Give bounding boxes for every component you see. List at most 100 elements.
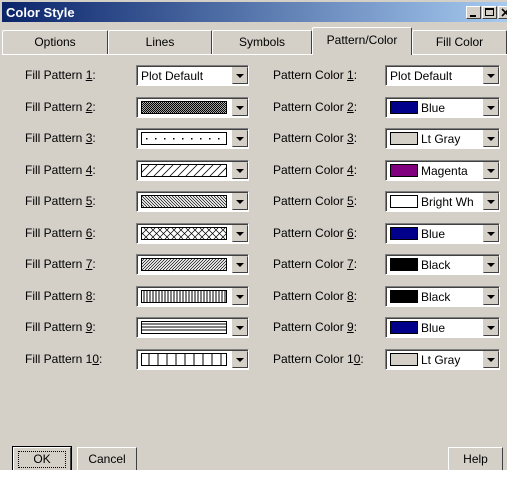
pattern-color-label: Pattern Color 6: bbox=[273, 226, 358, 240]
fill-pattern-dropdown-button[interactable] bbox=[232, 225, 248, 242]
tab-fill-color[interactable]: Fill Color bbox=[412, 30, 507, 54]
fill-pattern-select[interactable] bbox=[129, 160, 249, 181]
pattern-color-value: Magenta bbox=[421, 164, 468, 178]
pattern-color-select[interactable]: Magenta bbox=[385, 160, 500, 181]
pattern-color-select[interactable]: Black bbox=[385, 286, 500, 307]
tab-symbols[interactable]: Symbols bbox=[212, 30, 312, 54]
fill-pattern-dropdown-button[interactable] bbox=[232, 99, 248, 116]
chevron-down-icon bbox=[487, 263, 495, 267]
ok-button[interactable]: OK bbox=[12, 446, 72, 470]
pattern-color-select[interactable]: Plot Default bbox=[385, 65, 500, 86]
pattern-color-select[interactable]: Blue bbox=[385, 97, 500, 118]
fill-pattern-dropdown-button[interactable] bbox=[232, 256, 248, 273]
chevron-down-icon bbox=[236, 295, 244, 299]
maximize-button[interactable] bbox=[482, 6, 497, 19]
tab-lines[interactable]: Lines bbox=[108, 30, 212, 54]
pattern-color-select[interactable]: Blue bbox=[385, 317, 500, 338]
pattern-color-dropdown-button[interactable] bbox=[483, 225, 499, 242]
fill-pattern-label: Fill Pattern 7: bbox=[25, 257, 96, 271]
pattern-color-dropdown-button[interactable] bbox=[483, 162, 499, 179]
pattern-color-dropdown-button[interactable] bbox=[483, 319, 499, 336]
pattern-color-dropdown-button[interactable] bbox=[483, 67, 499, 84]
chevron-down-icon bbox=[487, 295, 495, 299]
tab-pattern-color[interactable]: Pattern/Color bbox=[312, 27, 412, 55]
color-swatch bbox=[390, 101, 418, 114]
maximize-icon bbox=[485, 8, 494, 16]
fill-pattern-dropdown-button[interactable] bbox=[232, 351, 248, 368]
pattern-color-value: Blue bbox=[421, 101, 446, 115]
pattern-color-dropdown-button[interactable] bbox=[483, 130, 499, 147]
chevron-down-icon bbox=[236, 200, 244, 204]
color-swatch bbox=[390, 227, 418, 240]
pattern-color-label: Pattern Color 8: bbox=[273, 289, 358, 303]
fill-pattern-select[interactable] bbox=[129, 254, 249, 275]
pattern-color-label: Pattern Color 9: bbox=[273, 320, 358, 334]
chevron-down-icon bbox=[487, 106, 495, 110]
cancel-button[interactable]: Cancel bbox=[77, 447, 137, 470]
title-bar: Color Style bbox=[2, 2, 507, 22]
fill-pattern-select[interactable] bbox=[136, 128, 249, 149]
minimize-icon bbox=[470, 15, 476, 17]
pattern-color-select[interactable]: Bright Wh bbox=[385, 191, 500, 212]
chevron-down-icon bbox=[487, 74, 495, 78]
chevron-down-icon bbox=[236, 106, 244, 110]
chevron-down-icon bbox=[236, 232, 244, 236]
pattern-color-value: Bright Wh bbox=[421, 195, 474, 209]
fill-pattern-select[interactable] bbox=[136, 286, 249, 307]
color-swatch bbox=[390, 353, 418, 366]
fill-pattern-dropdown-button[interactable] bbox=[232, 193, 248, 210]
fill-pattern-swatch bbox=[129, 101, 242, 114]
fill-pattern-dropdown-button[interactable] bbox=[232, 162, 248, 179]
pattern-color-value: Blue bbox=[421, 227, 446, 241]
minimize-button[interactable] bbox=[466, 6, 481, 19]
chevron-down-icon bbox=[487, 137, 495, 141]
pattern-color-dropdown-button[interactable] bbox=[483, 351, 499, 368]
fill-pattern-dropdown-button[interactable] bbox=[232, 130, 248, 147]
close-icon bbox=[501, 8, 507, 17]
chevron-down-icon bbox=[236, 137, 244, 141]
pattern-color-label: Pattern Color 3: bbox=[273, 131, 358, 145]
pattern-color-label: Pattern Color 2: bbox=[273, 100, 358, 114]
fill-pattern-select[interactable] bbox=[136, 317, 249, 338]
fill-pattern-swatch bbox=[141, 132, 227, 145]
fill-pattern-select[interactable] bbox=[129, 97, 249, 118]
color-swatch bbox=[390, 258, 418, 271]
fill-pattern-swatch bbox=[141, 290, 227, 303]
fill-pattern-label: Fill Pattern 9: bbox=[25, 320, 96, 334]
pattern-color-dropdown-button[interactable] bbox=[483, 99, 499, 116]
tab-options[interactable]: Options bbox=[2, 30, 108, 54]
pattern-color-select[interactable]: Lt Gray bbox=[385, 349, 500, 370]
fill-pattern-label: Fill Pattern 2: bbox=[25, 100, 96, 114]
fill-pattern-swatch bbox=[129, 164, 238, 177]
help-button[interactable]: Help bbox=[448, 447, 503, 470]
fill-pattern-select[interactable] bbox=[136, 349, 249, 370]
chevron-down-icon bbox=[236, 358, 244, 362]
pattern-color-label: Pattern Color 10: bbox=[273, 352, 364, 366]
pattern-color-value: Lt Gray bbox=[421, 353, 461, 367]
fill-pattern-select[interactable] bbox=[129, 223, 249, 244]
chevron-down-icon bbox=[487, 232, 495, 236]
fill-pattern-label: Fill Pattern 10: bbox=[25, 352, 103, 366]
fill-pattern-dropdown-button[interactable] bbox=[232, 288, 248, 305]
pattern-color-select[interactable]: Blue bbox=[385, 223, 500, 244]
pattern-color-dropdown-button[interactable] bbox=[483, 256, 499, 273]
fill-pattern-select[interactable]: Plot Default bbox=[136, 65, 249, 86]
tab-strip: Options Lines Symbols Pattern/Color Fill… bbox=[0, 24, 507, 56]
fill-pattern-value: Plot Default bbox=[141, 69, 204, 83]
fill-pattern-dropdown-button[interactable] bbox=[232, 319, 248, 336]
pattern-color-label: Pattern Color 7: bbox=[273, 257, 358, 271]
pattern-color-dropdown-button[interactable] bbox=[483, 288, 499, 305]
pattern-color-value: Plot Default bbox=[390, 69, 453, 83]
pattern-color-label: Pattern Color 4: bbox=[273, 163, 358, 177]
color-swatch bbox=[390, 290, 418, 303]
fill-pattern-swatch bbox=[129, 195, 241, 208]
color-swatch bbox=[390, 321, 418, 334]
pattern-color-select[interactable]: Black bbox=[385, 254, 500, 275]
fill-pattern-dropdown-button[interactable] bbox=[232, 67, 248, 84]
chevron-down-icon bbox=[487, 169, 495, 173]
fill-pattern-select[interactable] bbox=[129, 191, 249, 212]
close-button[interactable] bbox=[498, 6, 507, 19]
pattern-color-dropdown-button[interactable] bbox=[483, 193, 499, 210]
pattern-color-label: Pattern Color 1: bbox=[273, 68, 358, 82]
pattern-color-select[interactable]: Lt Gray bbox=[385, 128, 500, 149]
